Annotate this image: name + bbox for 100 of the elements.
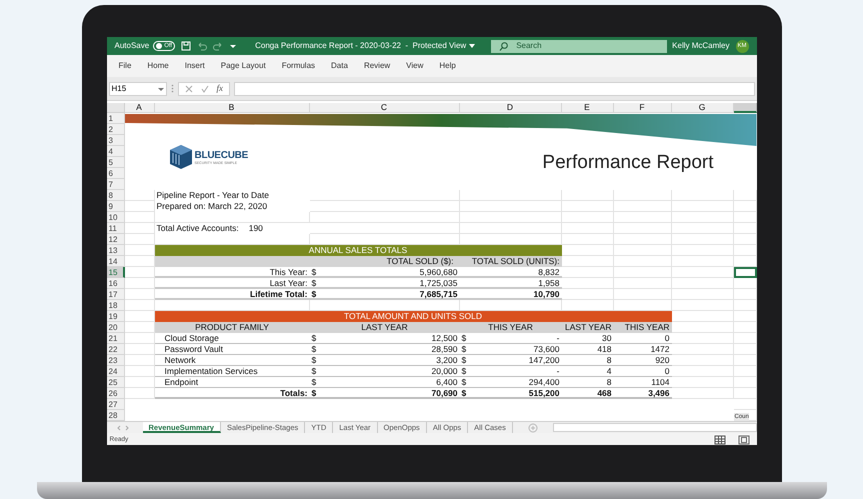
row-header[interactable]: 25 <box>106 377 124 388</box>
document-title: Conga Performance Report - 2020-03-22 - Protected View <box>255 40 466 52</box>
prepared-date: Prepared on: March 22, 2020 <box>154 201 310 212</box>
row-header[interactable]: 26 <box>106 388 124 399</box>
menu-tab[interactable]: Help <box>431 60 464 72</box>
product-name: Endpoint <box>154 377 310 388</box>
currency-symbol: $ <box>462 366 466 376</box>
units-value: 8 <box>562 377 614 388</box>
row-header[interactable]: 19 <box>106 311 124 322</box>
row-header[interactable]: 27 <box>106 399 124 410</box>
name-box[interactable]: H15 <box>108 82 166 96</box>
cube-logo-icon[interactable] <box>168 144 192 170</box>
customize-caret-icon[interactable] <box>229 42 238 50</box>
select-all-corner[interactable] <box>106 103 124 113</box>
caret-icon[interactable] <box>469 43 476 49</box>
section-header: TOTAL AMOUNT AND UNITS SOLD <box>154 311 672 322</box>
row-header[interactable]: 12 <box>106 234 124 245</box>
search-icon[interactable] <box>499 42 508 50</box>
row-header[interactable]: 15 <box>106 267 124 278</box>
product-name: Password Vault <box>154 344 310 355</box>
units-value: 1472 <box>614 344 672 355</box>
menu-tab[interactable]: View <box>398 60 432 72</box>
units-value: 8 <box>562 355 614 366</box>
row-header[interactable]: 17 <box>106 289 124 300</box>
menu-tab[interactable]: Review <box>356 60 398 72</box>
row-header[interactable]: 23 <box>106 355 124 366</box>
units-value: 0 <box>614 366 672 377</box>
column-header[interactable]: B <box>154 103 310 113</box>
row-header[interactable]: 14 <box>106 256 124 267</box>
row-header[interactable]: 10 <box>106 212 124 223</box>
insert-function-button[interactable]: fx <box>216 82 223 96</box>
row-header[interactable]: 18 <box>106 300 124 311</box>
row-header[interactable]: 16 <box>106 278 124 289</box>
currency-symbol: $ <box>312 289 316 298</box>
currency-symbol: $ <box>462 355 466 365</box>
column-header[interactable]: A <box>124 103 154 113</box>
save-icon[interactable] <box>181 41 192 51</box>
caret-icon[interactable] <box>158 86 164 92</box>
row-header[interactable]: 13 <box>106 245 124 256</box>
row-header[interactable]: 1 <box>106 113 124 124</box>
menu-tab[interactable]: Formulas <box>274 60 324 72</box>
currency-symbol: $ <box>462 377 466 387</box>
column-heading: LAST YEAR <box>562 322 614 333</box>
product-name: Implementation Services <box>154 366 310 377</box>
check-icon[interactable] <box>200 84 208 92</box>
undo-icon[interactable] <box>197 41 208 51</box>
column-header[interactable]: F <box>614 103 672 113</box>
currency-symbol: $ <box>462 344 466 354</box>
units-value: 8,832 <box>460 267 562 278</box>
row-header[interactable]: 28 <box>106 410 124 421</box>
section-header: ANNUAL SALES TOTALS <box>154 245 562 256</box>
normal-view-icon[interactable] <box>714 435 726 445</box>
currency-symbol: $ <box>462 333 466 343</box>
row-header[interactable]: 8 <box>106 190 124 201</box>
row-header[interactable]: 22 <box>106 344 124 355</box>
report-title: Performance Report <box>542 150 714 174</box>
menu-tab[interactable]: Home <box>139 60 177 72</box>
formula-input[interactable] <box>234 82 754 96</box>
menu-tab[interactable]: Data <box>323 60 356 72</box>
column-header[interactable]: D <box>460 103 562 113</box>
row-header[interactable]: 20 <box>106 322 124 333</box>
amount-value: 6,400 <box>436 377 458 387</box>
row-header[interactable]: 11 <box>106 223 124 234</box>
row-header[interactable]: 21 <box>106 333 124 344</box>
menu-tab[interactable]: Page Layout <box>212 60 274 72</box>
row-header[interactable]: 6 <box>106 168 124 179</box>
column-header[interactable]: C <box>310 103 460 113</box>
amount-value: 12,500 <box>432 333 458 343</box>
more-options-icon[interactable] <box>170 84 174 93</box>
row-header[interactable]: 3 <box>106 135 124 146</box>
search-field[interactable]: Search <box>491 40 668 52</box>
amount-value: 294,400 <box>528 377 560 387</box>
accounts-label: Total Active Accounts: <box>156 223 239 234</box>
currency-symbol: $ <box>312 333 316 343</box>
row-header[interactable]: 4 <box>106 146 124 157</box>
row-header[interactable]: 9 <box>106 201 124 212</box>
row-header[interactable]: 7 <box>106 179 124 190</box>
row-header[interactable]: 5 <box>106 157 124 168</box>
row-header[interactable]: 24 <box>106 366 124 377</box>
autosave-label: AutoSave <box>114 40 150 52</box>
column-header[interactable]: G <box>672 103 734 113</box>
row-label: Lifetime Total: <box>154 289 310 300</box>
column-header[interactable]: E <box>562 103 614 113</box>
currency-symbol: $ <box>462 388 466 397</box>
redo-icon[interactable] <box>213 41 224 51</box>
amount-value: 1,725,035 <box>420 278 458 287</box>
row-header[interactable]: 2 <box>106 124 124 135</box>
horizontal-scrollbar[interactable] <box>552 423 756 432</box>
row-label: Last Year: <box>154 278 310 289</box>
product-name: Network <box>154 355 310 366</box>
selected-cell[interactable] <box>734 267 756 278</box>
amount-value: 7,685,715 <box>420 289 458 298</box>
menu-tab[interactable]: File <box>110 60 140 72</box>
column-header[interactable] <box>734 103 756 113</box>
product-name: Cloud Storage <box>154 333 310 344</box>
menu-tab[interactable]: Insert <box>176 60 213 72</box>
page-layout-icon[interactable] <box>738 435 750 445</box>
cancel-icon[interactable] <box>184 84 192 92</box>
column-heading: THIS YEAR <box>460 322 562 333</box>
units-value: 4 <box>562 366 614 377</box>
